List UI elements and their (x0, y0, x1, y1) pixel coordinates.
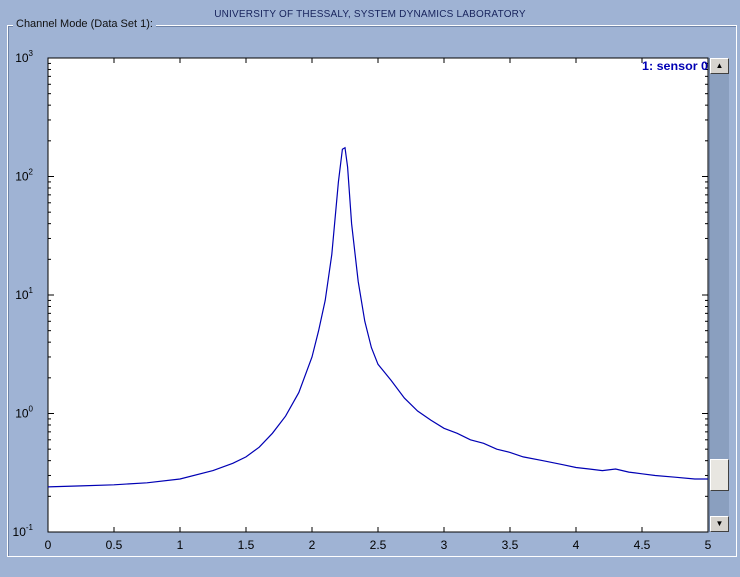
x-tick-label: 4.5 (634, 538, 651, 552)
x-tick-label: 0.5 (106, 538, 123, 552)
x-tick-label: 3.5 (502, 538, 519, 552)
channel-scrollbar[interactable]: ▲ ▼ (709, 58, 729, 532)
x-tick-label: 2 (309, 538, 316, 552)
y-tick-label: 102 (15, 168, 33, 184)
y-tick-label: 10-1 (13, 523, 34, 539)
x-tick-label: 5 (705, 538, 712, 552)
x-tick-label: 1 (177, 538, 184, 552)
y-tick-label: 101 (15, 286, 33, 302)
sensor-label: 1: sensor 0 (642, 59, 708, 73)
scroll-thumb[interactable] (710, 459, 729, 492)
x-tick-label: 1.5 (238, 538, 255, 552)
plot-area (47, 57, 709, 533)
scroll-up-button[interactable]: ▲ (710, 58, 729, 74)
y-tick-label: 100 (15, 405, 33, 421)
x-tick-label: 4 (573, 538, 580, 552)
frequency-response-chart: 0 0.5 1 1.5 2 2.5 3 3.5 4 4.5 5 10-1 100 101 102 103 1… (13, 49, 712, 552)
x-tick-label: 0 (45, 538, 52, 552)
app-window: UNIVERSITY OF THESSALY, SYSTEM DYNAMICS … (0, 0, 740, 577)
x-tick-label: 2.5 (370, 538, 387, 552)
y-tick-label: 103 (15, 49, 33, 65)
x-tick-label: 3 (441, 538, 448, 552)
scroll-down-button[interactable]: ▼ (710, 516, 729, 532)
